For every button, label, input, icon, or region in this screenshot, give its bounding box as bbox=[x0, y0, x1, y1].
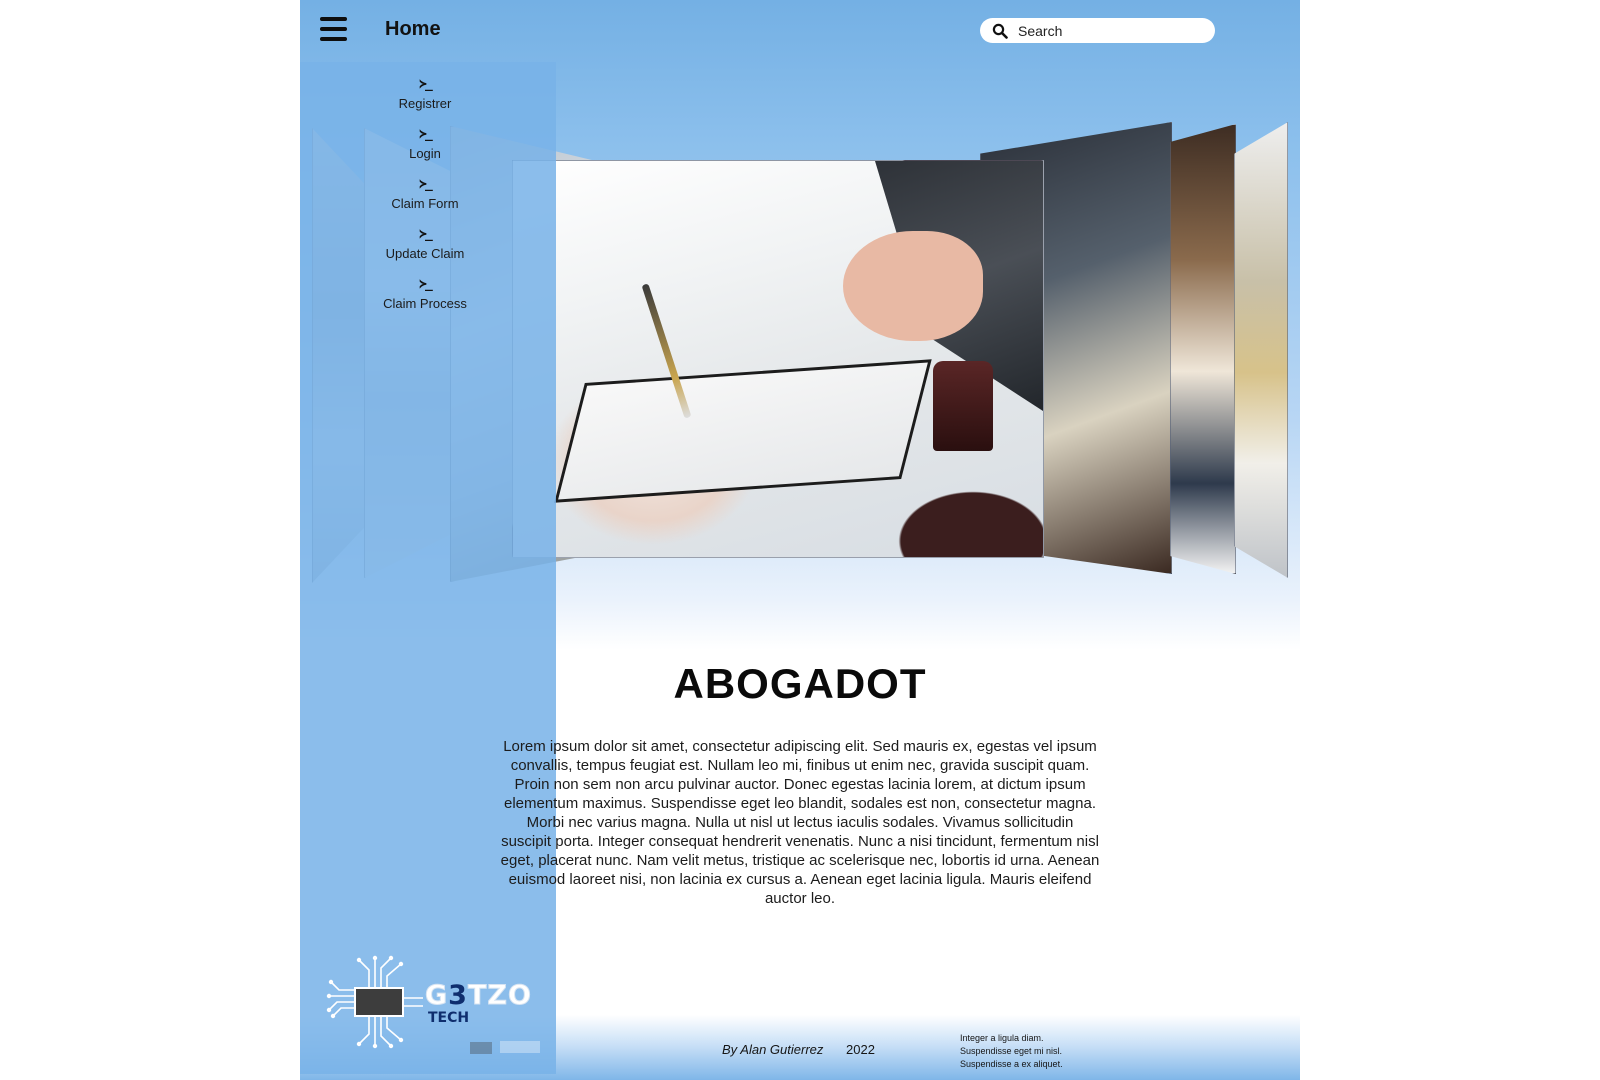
search-icon bbox=[992, 23, 1008, 39]
circuit-chip-icon bbox=[326, 955, 423, 1049]
logo-reflection bbox=[470, 1041, 540, 1054]
sidebar-item-claim-form[interactable]: ≻_ Claim Form bbox=[300, 178, 550, 228]
footer-note: Suspendisse eget mi nisl. bbox=[960, 1046, 1063, 1056]
hamburger-icon[interactable] bbox=[320, 17, 347, 41]
terminal-prompt-icon: ≻_ bbox=[419, 177, 433, 192]
footer-note: Integer a ligula diam. bbox=[960, 1033, 1044, 1043]
sidebar-item-label: Update Claim bbox=[385, 246, 465, 261]
sidebar-item-label: Registrer bbox=[398, 96, 452, 111]
page-title: ABOGADOT bbox=[673, 660, 927, 707]
search-input[interactable] bbox=[1018, 22, 1198, 39]
footer-notes: Integer a ligula diam. Suspendisse eget … bbox=[960, 1032, 1063, 1071]
sidebar: ≻_ Registrer ≻_ Login ≻_ Claim Form ≻_ U… bbox=[300, 62, 556, 1074]
sidebar-item-registrer[interactable]: ≻_ Registrer bbox=[300, 78, 550, 128]
photo-gavel bbox=[933, 361, 993, 451]
footer-year: 2022 bbox=[846, 1042, 875, 1057]
g3tzo-tech-logo[interactable]: G3TZO TECH bbox=[325, 950, 540, 1052]
logo-brand-text: G3TZO bbox=[424, 980, 532, 1012]
sidebar-menu: ≻_ Registrer ≻_ Login ≻_ Claim Form ≻_ U… bbox=[300, 78, 550, 328]
footer-note: Suspendisse a ex aliquet. bbox=[960, 1059, 1063, 1069]
intro-paragraph: Lorem ipsum dolor sit amet, consectetur … bbox=[500, 738, 1100, 907]
terminal-prompt-icon: ≻_ bbox=[419, 77, 433, 92]
home-link[interactable]: Home bbox=[385, 18, 441, 41]
carousel-slide-right-far[interactable] bbox=[1234, 122, 1288, 578]
terminal-prompt-icon: ≻_ bbox=[419, 127, 433, 142]
sidebar-item-label: Claim Process bbox=[383, 296, 467, 311]
footer-author: By Alan Gutierrez bbox=[722, 1042, 824, 1057]
terminal-prompt-icon: ≻_ bbox=[419, 227, 433, 242]
sidebar-item-update-claim[interactable]: ≻_ Update Claim bbox=[300, 228, 550, 278]
sidebar-item-claim-process[interactable]: ≻_ Claim Process bbox=[300, 278, 550, 328]
search-box[interactable] bbox=[980, 18, 1215, 43]
sidebar-item-label: Claim Form bbox=[391, 196, 459, 211]
photo-clipboard bbox=[554, 359, 932, 503]
carousel-slide-active[interactable] bbox=[512, 160, 1044, 558]
sidebar-item-label: Login bbox=[409, 146, 441, 161]
carousel-slide-right-mid[interactable] bbox=[1170, 124, 1236, 574]
logo-subtitle: TECH bbox=[428, 1010, 470, 1026]
sidebar-item-login[interactable]: ≻_ Login bbox=[300, 128, 550, 178]
terminal-prompt-icon: ≻_ bbox=[419, 277, 433, 292]
page: Home ≻_ Registrer ≻_ bbox=[300, 0, 1300, 1080]
photo-hand bbox=[843, 231, 983, 341]
